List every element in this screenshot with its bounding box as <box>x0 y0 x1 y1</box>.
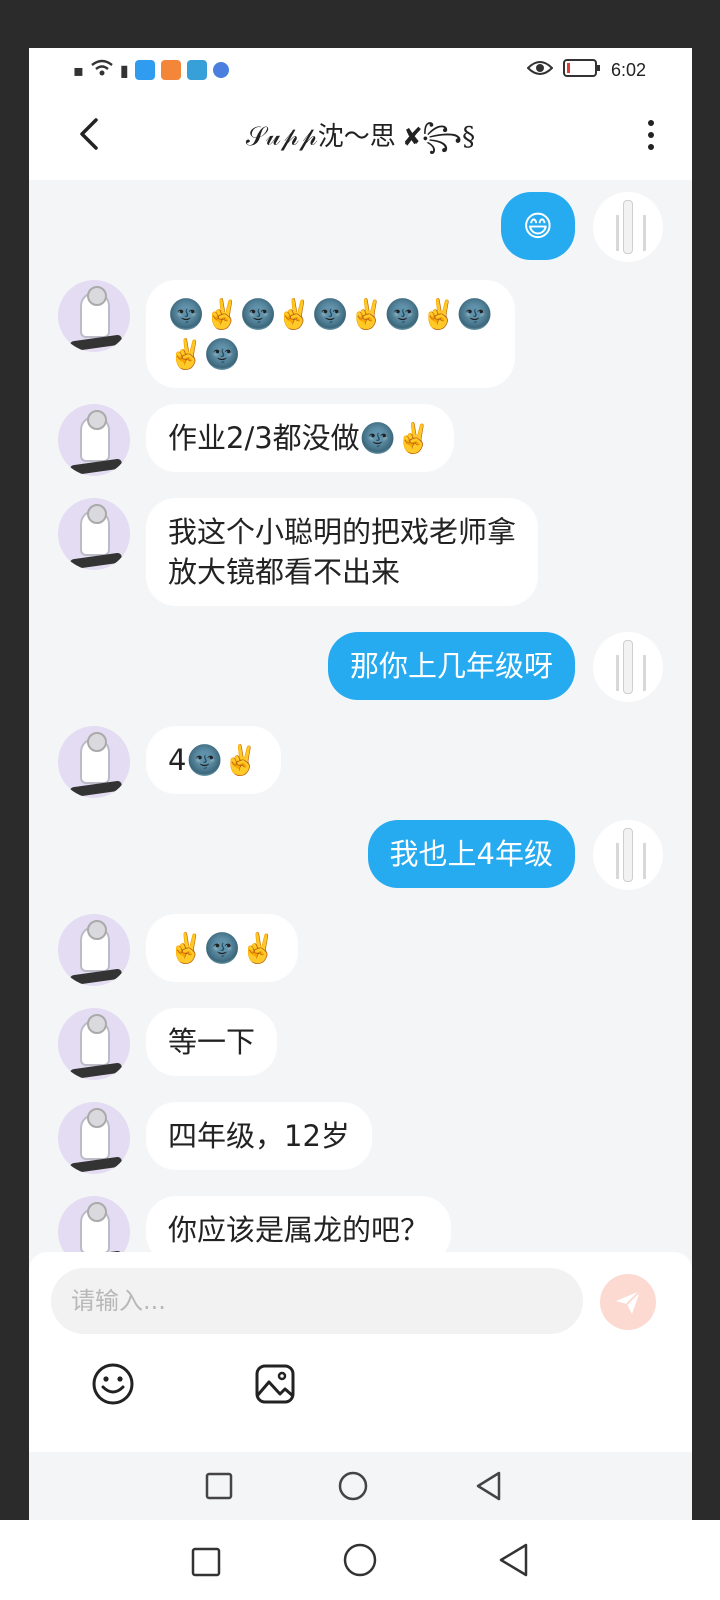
message-bubble-incoming[interactable]: 🌚✌️🌚✌️🌚✌️🌚✌️🌚 ✌️🌚 <box>146 280 515 388</box>
status-icons-left: ▪ ▮ <box>73 59 229 81</box>
app-search-icon <box>134 60 155 80</box>
wifi-icon <box>90 59 114 81</box>
app-book-icon <box>186 60 207 80</box>
chevron-left-icon <box>80 118 98 150</box>
message-bubble-outgoing[interactable]: 😄 <box>500 192 575 260</box>
eye-icon <box>526 59 554 82</box>
message-list[interactable]: 😄 🌚✌️🌚✌️🌚✌️🌚✌️🌚 ✌️🌚 作业2/3都没做🌚✌️ 我这个小聪明的把… <box>29 180 692 1280</box>
message-bubble-incoming[interactable]: 作业2/3都没做🌚✌️ <box>146 404 454 472</box>
send-icon <box>616 1290 641 1314</box>
status-time: 6:02 <box>610 59 646 80</box>
message-bubble-incoming[interactable]: 等一下 <box>146 1008 278 1076</box>
square-icon <box>191 1547 221 1577</box>
circle-icon <box>343 1543 377 1577</box>
avatar-contact[interactable] <box>58 280 130 352</box>
more-options-button[interactable] <box>636 112 666 158</box>
message-bubble-incoming[interactable]: 4🌚✌️ <box>146 726 281 794</box>
in-app-navigation-bar <box>29 1452 692 1520</box>
avatar-contact[interactable] <box>58 404 130 476</box>
chat-header: 𝒮𝓊𝓅𝓅沈～思 ✘꧂§ <box>29 92 692 180</box>
avatar-self[interactable] <box>593 632 663 702</box>
avatar-contact[interactable] <box>58 914 130 986</box>
more-vertical-icon <box>648 120 654 126</box>
sim-icon: ▮ <box>119 60 129 80</box>
avatar-self[interactable] <box>593 192 663 262</box>
triangle-back-icon <box>499 1543 528 1577</box>
image-icon <box>255 1364 295 1404</box>
message-bubble-outgoing[interactable]: 那你上几年级呀 <box>327 632 575 700</box>
message-bubble-incoming[interactable]: 我这个小聪明的把戏老师拿 放大镜都看不出来 <box>146 498 539 606</box>
alert-icon: ▪ <box>73 60 84 80</box>
composer <box>29 1252 692 1452</box>
back-button[interactable] <box>69 112 109 156</box>
phone-screen: ▪ ▮ 6:02 𝒮𝓊𝓅𝓅沈～思 ✘꧂§ 😄 🌚✌️🌚✌️🌚✌️🌚✌️🌚 ✌️🌚… <box>29 48 692 1520</box>
avatar-contact[interactable] <box>58 1008 130 1080</box>
back-nav-button[interactable] <box>469 1466 509 1506</box>
system-recent-apps-button[interactable] <box>184 1540 228 1584</box>
send-button[interactable] <box>600 1274 656 1330</box>
message-input[interactable] <box>51 1268 583 1334</box>
avatar-contact[interactable] <box>58 726 130 798</box>
recent-apps-button[interactable] <box>199 1466 239 1506</box>
app-browser-icon <box>212 62 229 78</box>
avatar-contact[interactable] <box>58 1102 130 1174</box>
message-bubble-incoming[interactable]: ✌️🌚✌️ <box>146 914 299 982</box>
image-button[interactable] <box>251 1360 299 1408</box>
home-button[interactable] <box>333 1466 373 1506</box>
status-icons-right: 6:02 <box>526 58 646 83</box>
circle-icon <box>338 1471 368 1501</box>
app-video-icon <box>160 60 181 80</box>
status-bar: ▪ ▮ 6:02 <box>29 48 692 92</box>
system-back-button[interactable] <box>492 1538 536 1582</box>
message-bubble-incoming[interactable]: 四年级，12岁 <box>146 1102 372 1170</box>
avatar-self[interactable] <box>593 820 663 890</box>
avatar-contact[interactable] <box>58 498 130 570</box>
emoji-button[interactable] <box>89 1360 137 1408</box>
system-home-button[interactable] <box>338 1538 382 1582</box>
emoji-icon <box>92 1363 134 1405</box>
square-icon <box>205 1472 233 1500</box>
system-navigation-bar <box>0 1520 720 1600</box>
battery-icon <box>562 58 601 83</box>
message-bubble-outgoing[interactable]: 我也上4年级 <box>367 820 575 888</box>
triangle-back-icon <box>476 1471 501 1501</box>
chat-title: 𝒮𝓊𝓅𝓅沈～思 ✘꧂§ <box>245 122 476 152</box>
